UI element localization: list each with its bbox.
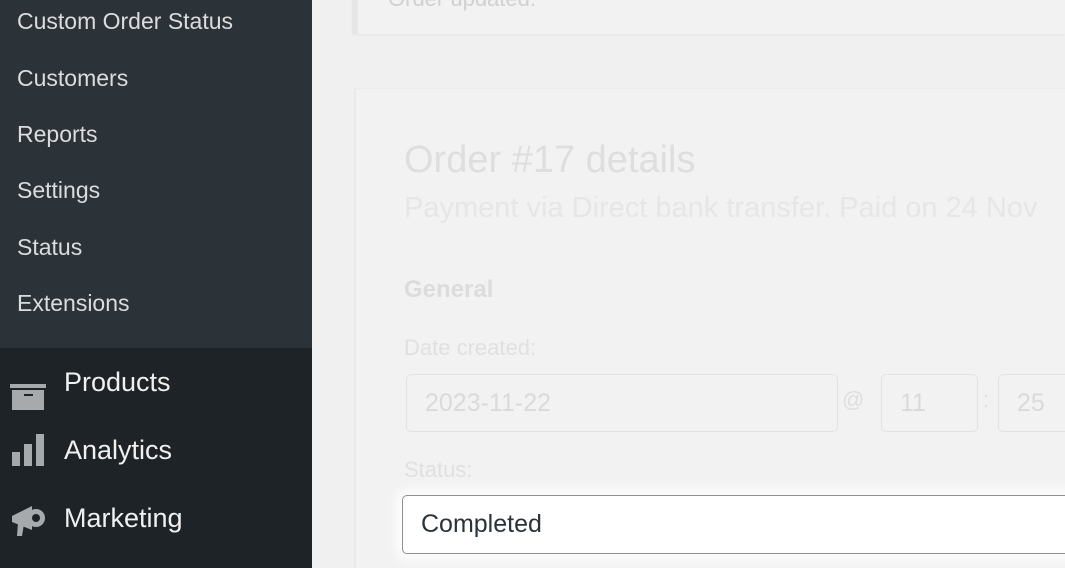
payment-info: Payment via Direct bank transfer. Paid o… [404, 192, 1038, 224]
menu-marketing-label: Marketing [64, 502, 183, 533]
main-content: Order updated. Order #17 details Payment… [312, 0, 1065, 568]
menu-marketing[interactable]: Marketing [0, 488, 312, 548]
hour-input[interactable]: 11 [881, 374, 978, 432]
archive-box-icon [10, 366, 46, 410]
menu-analytics-label: Analytics [64, 434, 173, 465]
menu-products[interactable]: Products [0, 352, 312, 412]
submenu-extensions[interactable]: Extensions [17, 290, 130, 317]
menu-analytics[interactable]: Analytics [0, 420, 312, 480]
section-general: General [404, 276, 494, 303]
woocommerce-submenu: Custom Order Status Customers Reports Se… [0, 0, 312, 348]
bar-chart-icon [10, 434, 46, 466]
submenu-status[interactable]: Status [17, 234, 82, 261]
status-select[interactable]: Completed [402, 495, 1065, 554]
submenu-customers[interactable]: Customers [17, 65, 128, 92]
submenu-custom-order-status[interactable]: Custom Order Status [17, 8, 233, 35]
submenu-settings[interactable]: Settings [17, 177, 100, 204]
at-separator: @ [842, 387, 865, 412]
date-created-label: Date created: [404, 335, 537, 360]
date-created-input[interactable]: 2023-11-22 [406, 374, 838, 432]
page-title: Order #17 details [404, 139, 696, 181]
submenu-reports[interactable]: Reports [17, 121, 98, 148]
admin-sidebar: Custom Order Status Customers Reports Se… [0, 0, 312, 568]
time-colon: : [983, 387, 990, 412]
notice-text: Order updated. [388, 0, 536, 12]
status-label: Status: [404, 457, 473, 482]
minute-input[interactable]: 25 [998, 374, 1065, 432]
order-updated-notice: Order updated. [352, 0, 1065, 34]
menu-products-label: Products [64, 366, 171, 397]
megaphone-icon [10, 502, 46, 536]
